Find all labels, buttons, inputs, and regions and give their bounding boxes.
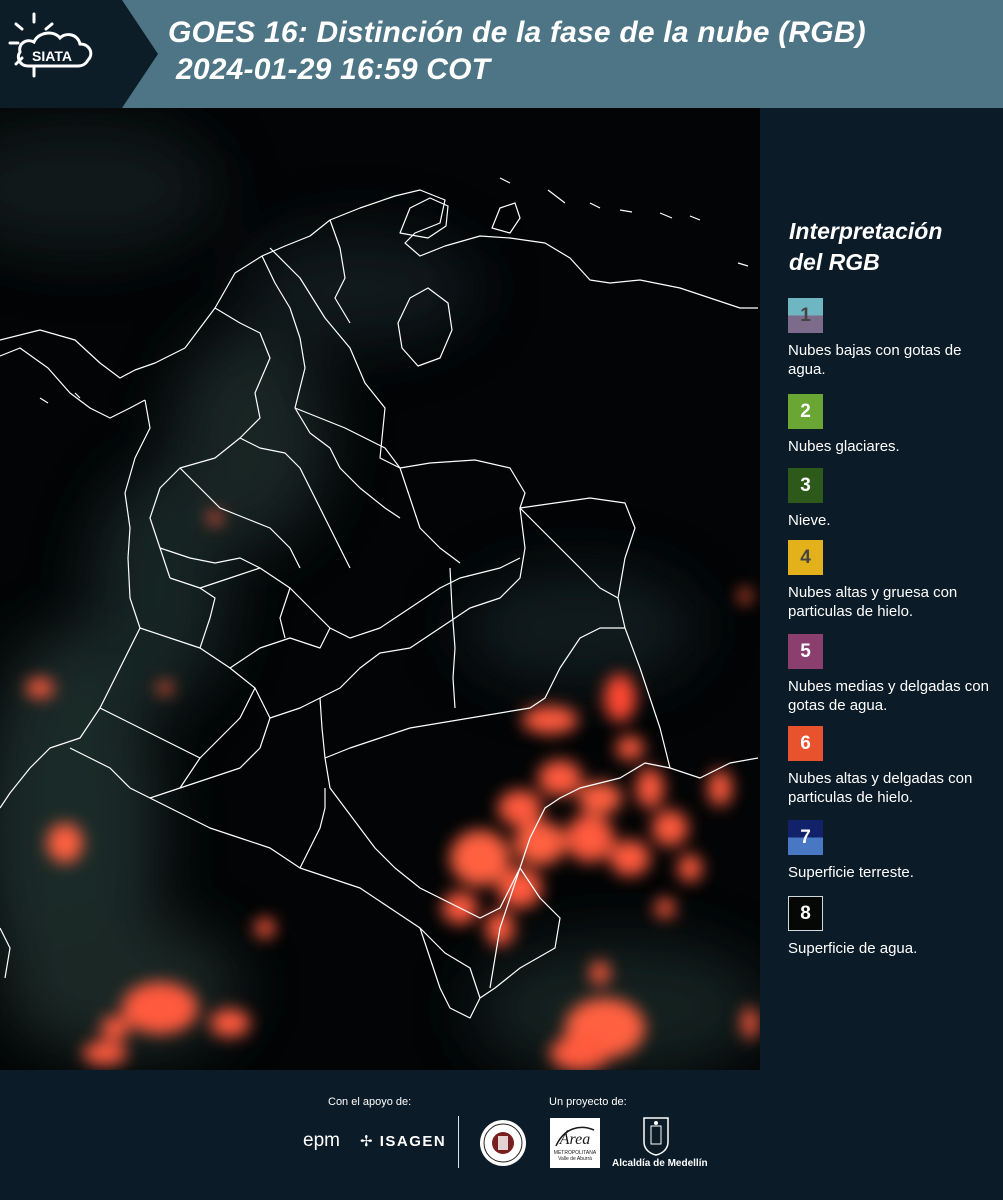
title-datetime: 2024-01-29 16:59 COT	[176, 53, 491, 86]
legend-number-1: 1	[800, 304, 811, 326]
dept-border-15	[179, 687, 256, 789]
legend-item-1: 1 Nubes bajas con gotas de agua.	[788, 298, 998, 379]
legend-number-7: 7	[800, 826, 811, 848]
dept-border-6	[229, 627, 331, 669]
dept-border-17	[399, 467, 461, 564]
title-product: GOES 16: Distinción de la fase de la nub…	[168, 16, 866, 49]
siata-logo[interactable]: SIATA	[0, 0, 160, 108]
project-label: Un proyecto de:	[549, 1096, 627, 1108]
siata-logo-text: SIATA	[32, 48, 72, 64]
legend-label-6: Nubes altas y delgadas con particulas de…	[788, 770, 973, 806]
legend-swatch-3: 3	[788, 468, 823, 503]
legend-item-2: 2 Nubes glaciares.	[788, 394, 998, 456]
page-title: GOES 16: Distinción de la fase de la nub…	[168, 14, 988, 88]
legend-swatch-4: 4	[788, 540, 823, 575]
legend-label-8: Superficie de agua.	[788, 940, 918, 957]
svg-text:Área: Área	[559, 1129, 591, 1148]
legend-item-8: 8 Superficie de agua.	[788, 896, 998, 958]
isagen-label: ISAGEN	[379, 1133, 447, 1150]
coat-of-arms-icon	[643, 1117, 669, 1156]
satellite-map[interactable]	[0, 108, 760, 1070]
legend-number-6: 6	[800, 732, 811, 754]
legend-swatch-5: 5	[788, 634, 823, 669]
footer-divider	[458, 1116, 459, 1168]
legend-number-3: 3	[800, 474, 811, 496]
legend-title-line1: Interpretación	[789, 218, 943, 244]
legend-label-7: Superficie terreste.	[788, 864, 914, 881]
alcaldia-label: Alcaldía de Medellín	[612, 1158, 708, 1169]
legend-number-2: 2	[800, 400, 811, 422]
legend-label-3: Nieve.	[788, 512, 831, 529]
legend-label-2: Nubes glaciares.	[788, 438, 900, 455]
area-metropolitana-text: METROPOLITANA Valle de Aburrá	[550, 1150, 600, 1162]
pacific-islands	[39, 392, 81, 404]
legend-item-6: 6 Nubes altas y delgadas con particulas …	[788, 726, 998, 807]
legend-label-1: Nubes bajas con gotas de agua.	[788, 342, 962, 378]
legend-swatch-1: 1	[788, 298, 823, 333]
low-cloud-haze	[0, 118, 760, 1070]
legend-item-3: 3 Nieve.	[788, 468, 998, 530]
dept-border-22	[299, 788, 326, 869]
seal-logo[interactable]	[478, 1118, 528, 1173]
legend-swatch-8: 8	[788, 896, 823, 931]
siata-logo-shape: SIATA	[0, 0, 158, 108]
map-canvas	[0, 118, 760, 1070]
seal-icon	[480, 1120, 526, 1166]
dept-border-16	[279, 587, 291, 639]
isagen-icon: ✢	[360, 1133, 375, 1150]
legend-item-7: 7 Superficie terreste.	[788, 820, 998, 882]
legend-title-line2: del RGB	[789, 249, 880, 275]
epm-logo[interactable]: epm	[303, 1130, 340, 1152]
legend-swatch-2: 2	[788, 394, 823, 429]
legend-item-4: 4 Nubes altas y gruesa con particulas de…	[788, 540, 998, 621]
islands	[499, 177, 749, 267]
legend-label-5: Nubes medias y delgadas con gotas de agu…	[788, 678, 989, 714]
isagen-logo[interactable]: ✢ ISAGEN	[360, 1132, 446, 1150]
legend-number-4: 4	[800, 546, 811, 568]
legend-swatch-6: 6	[788, 726, 823, 761]
legend-item-5: 5 Nubes medias y delgadas con gotas de a…	[788, 634, 998, 715]
legend-label-4: Nubes altas y gruesa con particulas de h…	[788, 584, 958, 620]
alcaldia-medellin-logo[interactable]	[641, 1116, 671, 1161]
header-bar: SIATA GOES 16: Distinción de la fase de …	[0, 0, 1003, 108]
support-label: Con el apoyo de:	[328, 1096, 412, 1108]
area-logo-line2: Valle de Aburrá	[558, 1156, 592, 1162]
dept-border-10	[449, 567, 456, 709]
legend-swatch-7: 7	[788, 820, 823, 855]
legend-number-8: 8	[800, 902, 811, 924]
footer: Con el apoyo de: epm ✢ ISAGEN Un proyect…	[0, 1070, 1003, 1200]
legend-panel: Interpretación del RGB 1 Nubes bajas con…	[760, 108, 1003, 1070]
panama-coast	[0, 347, 146, 419]
legend-title: Interpretación del RGB	[789, 216, 989, 278]
legend-number-5: 5	[800, 640, 811, 662]
paraguana	[491, 202, 521, 234]
